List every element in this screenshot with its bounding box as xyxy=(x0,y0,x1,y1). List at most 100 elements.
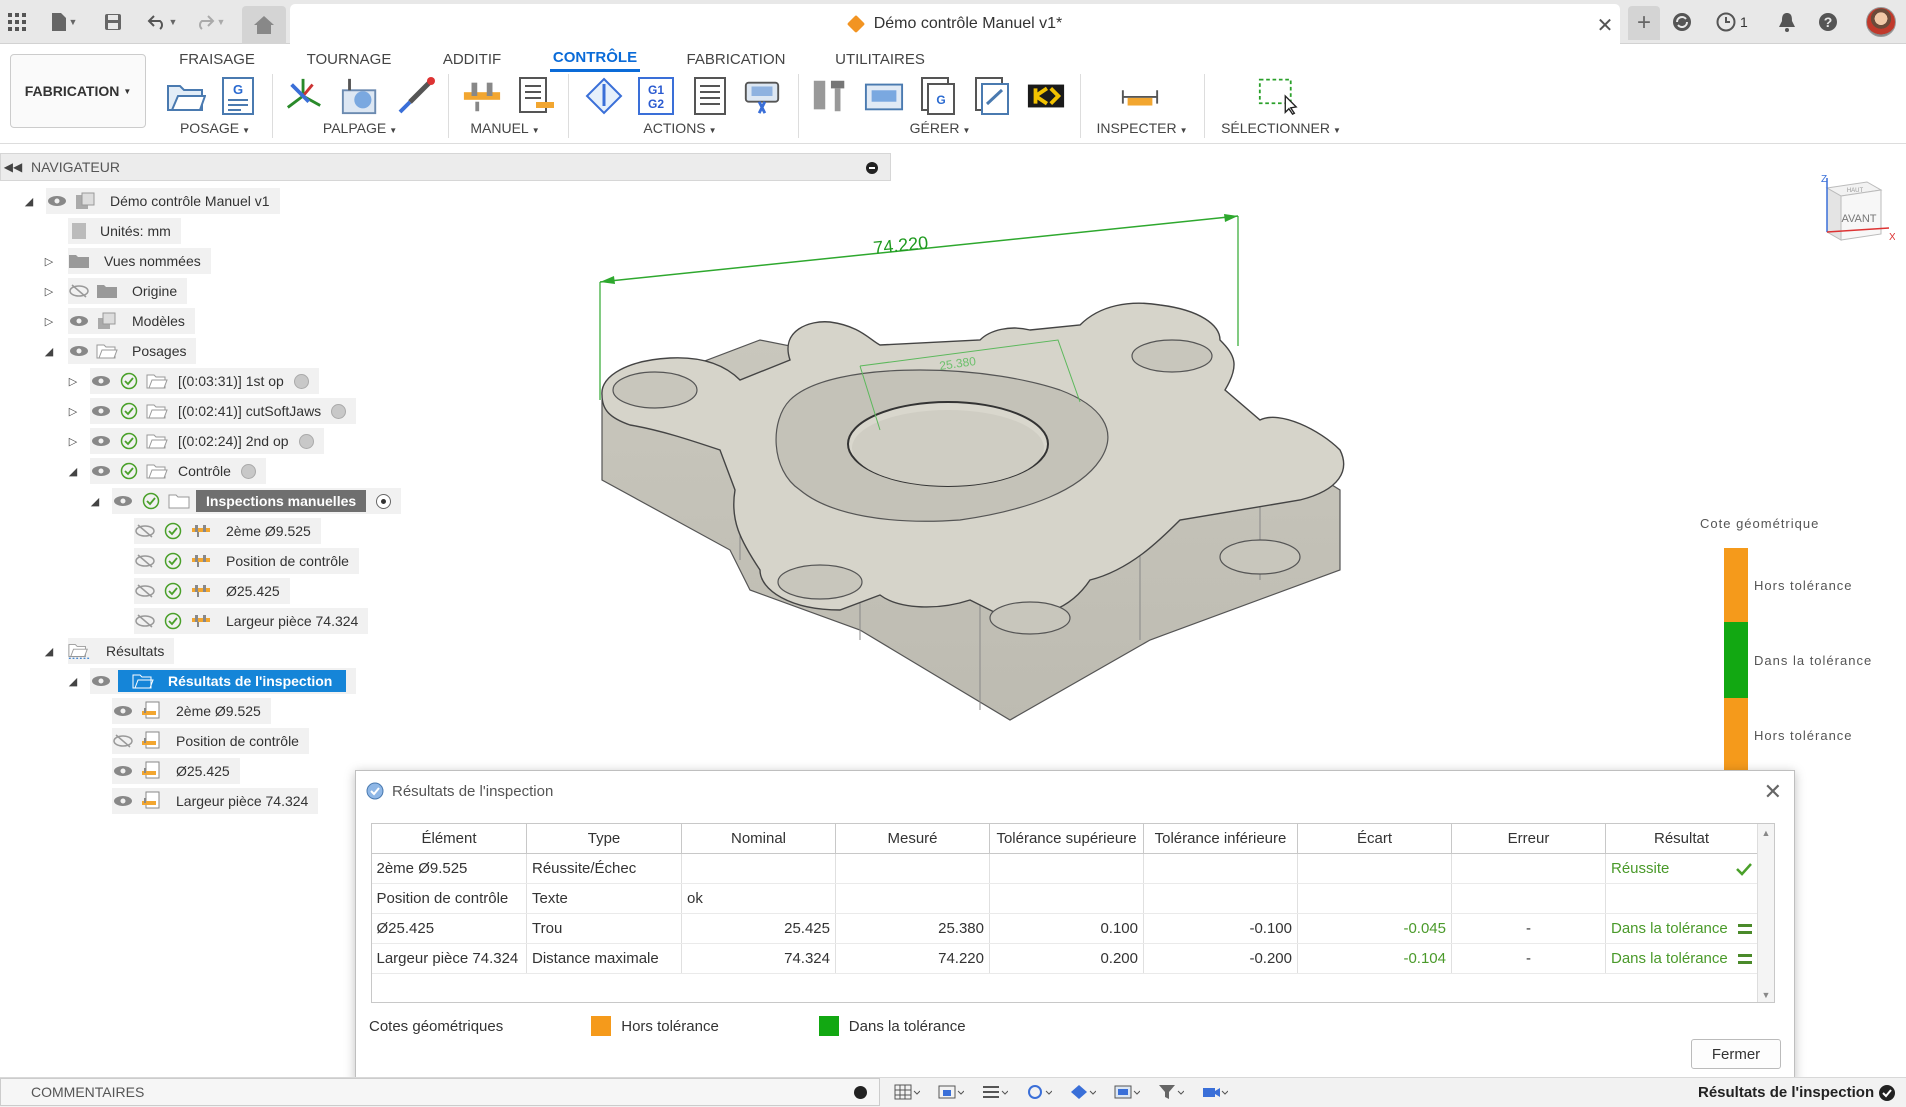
tool-library-icon[interactable] xyxy=(810,76,850,116)
table-row[interactable]: Ø25.425 Trou 25.425 25.380 0.100 -0.100 … xyxy=(371,913,1758,944)
tab-fabrication[interactable]: FABRICATION xyxy=(684,46,788,72)
app-grid-icon[interactable] xyxy=(4,9,30,35)
tree-item-result[interactable]: 2ème Ø9.525 xyxy=(112,698,271,724)
user-avatar[interactable] xyxy=(1866,7,1896,37)
sync-icon[interactable] xyxy=(1672,9,1692,35)
new-tab-button[interactable]: + xyxy=(1628,6,1660,40)
model-viewport[interactable]: 74.220 25.380 xyxy=(560,190,1400,750)
machine-simulation-icon[interactable] xyxy=(742,76,782,116)
tree-item-document[interactable]: ◢ Démo contrôle Manuel v1 xyxy=(20,188,280,214)
tab-utilitaires[interactable]: UTILITAIRES xyxy=(832,46,928,72)
tree-item-named-views[interactable]: ▷ Vues nommées xyxy=(40,248,211,274)
undo-icon[interactable]: ▼ xyxy=(144,9,180,35)
visual-style-icon[interactable] xyxy=(1066,1082,1100,1102)
eye-hidden-icon[interactable] xyxy=(134,520,156,542)
group-actions-dropdown[interactable]: ACTIONS ▼ xyxy=(620,120,740,136)
eye-icon[interactable] xyxy=(68,340,90,362)
probe-geometry-icon[interactable] xyxy=(340,76,380,116)
tree-item-setup-2nd-op[interactable]: ▷ [(0:02:24)] 2nd op xyxy=(64,428,324,454)
column-header-result[interactable]: Résultat xyxy=(1605,823,1758,854)
tree-item-units[interactable]: Unités: mm xyxy=(68,218,181,244)
eye-icon[interactable] xyxy=(90,400,112,422)
table-row[interactable]: 2ème Ø9.525 Réussite/Échec Réussite xyxy=(371,853,1758,884)
dialog-titlebar[interactable]: Résultats de l'inspection ✕ xyxy=(356,771,1794,811)
group-inspecter-dropdown[interactable]: INSPECTER ▼ xyxy=(1084,120,1200,136)
help-icon[interactable]: ? xyxy=(1818,9,1838,35)
column-header-nominal[interactable]: Nominal xyxy=(681,823,836,854)
tab-controle[interactable]: CONTRÔLE xyxy=(550,46,640,72)
tab-additif[interactable]: ADDITIF xyxy=(436,46,508,72)
activate-radio[interactable] xyxy=(240,463,256,479)
collapse-panel-icon[interactable]: ◀◀ xyxy=(1,160,25,174)
close-tab-icon[interactable]: ✕ xyxy=(1590,12,1620,38)
kernel-k-icon[interactable] xyxy=(1026,76,1066,116)
manual-measure-icon[interactable] xyxy=(462,76,502,116)
minimize-panel-icon[interactable] xyxy=(866,162,878,174)
add-comment-icon[interactable] xyxy=(854,1086,867,1099)
expand-arrow-icon[interactable]: ▷ xyxy=(66,405,80,418)
eye-icon[interactable] xyxy=(46,190,68,212)
layout-display-icon[interactable] xyxy=(978,1082,1012,1102)
table-scrollbar[interactable]: ▲ ▼ xyxy=(1757,824,1774,1002)
eye-icon[interactable] xyxy=(90,370,112,392)
expand-arrow-icon[interactable]: ▷ xyxy=(66,375,80,388)
column-header-lower-tolerance[interactable]: Tolérance inférieure xyxy=(1143,823,1298,854)
eye-hidden-icon[interactable] xyxy=(134,610,156,632)
filter-icon[interactable] xyxy=(1154,1082,1188,1102)
column-header-deviation[interactable]: Écart xyxy=(1297,823,1452,854)
activate-radio[interactable] xyxy=(331,403,347,419)
column-header-upper-tolerance[interactable]: Tolérance supérieure xyxy=(989,823,1144,854)
eye-icon[interactable] xyxy=(90,460,112,482)
view-display-icon[interactable] xyxy=(934,1082,968,1102)
redo-icon[interactable]: ▼ xyxy=(192,9,228,35)
post-library-icon[interactable]: G xyxy=(918,76,958,116)
tree-item-inspection[interactable]: Largeur pièce 74.324 xyxy=(134,608,369,634)
tree-item-setup-controle[interactable]: ◢ Contrôle xyxy=(64,458,266,484)
grid-display-icon[interactable] xyxy=(890,1082,924,1102)
tab-tournage[interactable]: TOURNAGE xyxy=(302,46,396,72)
expand-arrow-icon[interactable]: ◢ xyxy=(42,345,56,358)
group-gerer-dropdown[interactable]: GÉRER ▼ xyxy=(880,120,1000,136)
column-header-error[interactable]: Erreur xyxy=(1451,823,1606,854)
close-button[interactable]: Fermer xyxy=(1691,1039,1781,1069)
manual-inspection-list-icon[interactable] xyxy=(516,76,556,116)
expand-arrow-icon[interactable]: ◢ xyxy=(88,495,102,508)
column-header-element[interactable]: Élément xyxy=(371,823,527,854)
eye-icon[interactable] xyxy=(112,760,134,782)
tab-fraisage[interactable]: FRAISAGE xyxy=(170,46,264,72)
tree-item-origin[interactable]: ▷ Origine xyxy=(40,278,188,304)
environment-icon[interactable] xyxy=(1110,1082,1144,1102)
tree-item-setup-cutsoftjaws[interactable]: ▷ [(0:02:41)] cutSoftJaws xyxy=(64,398,357,424)
home-tab[interactable] xyxy=(242,6,286,44)
tree-item-manual-inspections[interactable]: ◢ Inspections manuelles xyxy=(86,488,402,514)
tree-item-setup-1st-op[interactable]: ▷ [(0:03:31)] 1st op xyxy=(64,368,319,394)
expand-arrow-icon[interactable]: ▷ xyxy=(66,435,80,448)
setup-report-icon[interactable] xyxy=(690,76,730,116)
table-row[interactable]: Largeur pièce 74.324 Distance maximale 7… xyxy=(371,943,1758,974)
eye-icon[interactable] xyxy=(112,790,134,812)
scroll-down-icon[interactable]: ▼ xyxy=(1758,990,1774,1000)
eye-hidden-icon[interactable] xyxy=(134,550,156,572)
activate-radio[interactable] xyxy=(293,373,309,389)
group-posage-dropdown[interactable]: POSAGE ▼ xyxy=(160,120,270,136)
column-header-measured[interactable]: Mesuré xyxy=(835,823,990,854)
eye-icon[interactable] xyxy=(90,430,112,452)
expand-arrow-icon[interactable]: ▷ xyxy=(42,255,56,268)
group-selectionner-dropdown[interactable]: SÉLECTIONNER ▼ xyxy=(1210,120,1352,136)
orbit-icon[interactable] xyxy=(1022,1082,1056,1102)
probe-surface-icon[interactable] xyxy=(396,76,436,116)
expand-arrow-icon[interactable]: ◢ xyxy=(42,645,56,658)
expand-arrow-icon[interactable]: ▷ xyxy=(42,285,56,298)
close-icon[interactable]: ✕ xyxy=(1764,779,1782,805)
status-panel-icon[interactable] xyxy=(1878,1084,1896,1106)
document-tab[interactable]: Démo contrôle Manuel v1* ✕ xyxy=(290,4,1620,44)
comments-panel[interactable]: COMMENTAIRES xyxy=(0,1078,880,1106)
setup-sheet-icon[interactable]: G xyxy=(218,76,258,116)
machine-library-icon[interactable] xyxy=(864,76,904,116)
tree-item-setups[interactable]: ◢ Posages xyxy=(40,338,197,364)
expand-arrow-icon[interactable]: ▷ xyxy=(42,315,56,328)
post-process-icon[interactable]: G1 G2 xyxy=(636,76,676,116)
group-manuel-dropdown[interactable]: MANUEL ▼ xyxy=(450,120,560,136)
column-header-type[interactable]: Type xyxy=(526,823,682,854)
job-status-button[interactable]: 1 xyxy=(1716,9,1748,35)
